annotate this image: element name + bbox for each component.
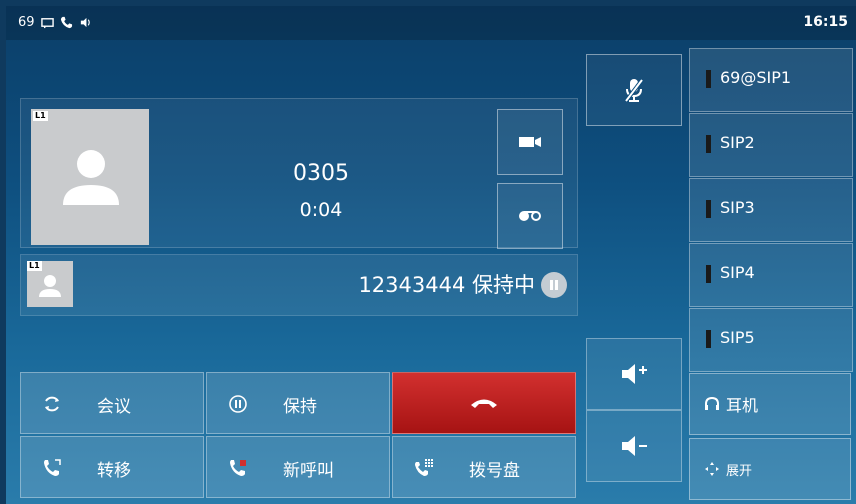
transfer-button[interactable]: 转移	[20, 436, 204, 498]
line-key-1[interactable]: 69@SIP1	[689, 48, 853, 112]
line-key-label: SIP3	[720, 198, 755, 217]
line-key-3[interactable]: SIP3	[689, 178, 853, 242]
tape-icon	[519, 211, 541, 221]
expand-icon	[705, 462, 719, 476]
line-key-2[interactable]: SIP2	[689, 113, 853, 177]
caller-avatar	[31, 109, 149, 245]
pause-circle-icon	[229, 395, 247, 413]
hold-label: 保持	[283, 397, 317, 417]
video-camera-icon	[519, 137, 541, 147]
headset-key[interactable]: 耳机	[689, 373, 851, 435]
call-number: 0305	[293, 161, 349, 186]
line-key-4[interactable]: SIP4	[689, 243, 853, 307]
transfer-label: 转移	[97, 461, 131, 481]
line-badge: L1	[33, 111, 48, 121]
conference-label: 会议	[97, 397, 131, 417]
held-call-panel[interactable]: L1 12343444 保持中	[20, 254, 578, 316]
contact-icon	[63, 150, 119, 205]
line-status-indicator	[706, 265, 711, 283]
status-bar: 69 16:15	[6, 6, 856, 40]
hang-up-icon	[471, 399, 497, 408]
video-button[interactable]	[497, 109, 563, 175]
line-key-label: SIP5	[720, 328, 755, 347]
line-status-indicator	[706, 330, 711, 348]
line-key-label: 69@SIP1	[720, 68, 792, 87]
status-left: 69	[18, 15, 92, 30]
mic-muted-icon	[624, 78, 644, 103]
held-call-text: 12343444 保持中	[358, 273, 535, 297]
voicemail-icon	[40, 18, 54, 29]
conference-icon	[45, 396, 59, 412]
voicemail-record-button[interactable]	[497, 183, 563, 249]
dialpad-label: 拨号盘	[469, 461, 520, 481]
phone-screen: 69 16:15 L1 0305 0:04 L1 12343444 保持中 69…	[6, 6, 856, 504]
account-number: 69	[18, 15, 35, 30]
conference-button[interactable]: 会议	[20, 372, 204, 434]
headset-icon	[705, 396, 719, 410]
phone-icon	[60, 16, 72, 29]
volume-down-icon	[622, 436, 647, 456]
line-key-label: SIP2	[720, 133, 755, 152]
dialpad-icon	[415, 459, 433, 476]
hold-button[interactable]: 保持	[206, 372, 390, 434]
new-call-button[interactable]: 新呼叫	[206, 436, 390, 498]
held-line-badge: L1	[27, 261, 42, 271]
headset-label: 耳机	[726, 396, 759, 415]
active-call-panel: L1 0305 0:04	[20, 98, 578, 249]
new-call-icon	[230, 460, 246, 476]
expand-key[interactable]: 展开	[689, 438, 851, 500]
line-key-label: SIP4	[720, 263, 755, 282]
volume-up-button[interactable]	[586, 338, 682, 410]
call-duration: 0:04	[299, 199, 343, 221]
transfer-icon	[44, 459, 61, 476]
speaker-icon	[80, 17, 90, 28]
volume-up-icon	[622, 364, 647, 384]
line-status-indicator	[706, 200, 711, 218]
line-key-5[interactable]: SIP5	[689, 308, 853, 372]
volume-down-button[interactable]	[586, 410, 682, 482]
line-status-indicator	[706, 70, 711, 88]
expand-label: 展开	[726, 463, 753, 479]
dialpad-button[interactable]: 拨号盘	[392, 436, 576, 498]
clock: 16:15	[803, 14, 848, 30]
mute-button[interactable]	[586, 54, 682, 126]
line-status-indicator	[706, 135, 711, 153]
pause-icon	[541, 272, 567, 298]
new-call-label: 新呼叫	[283, 461, 334, 481]
end-call-button[interactable]	[392, 372, 576, 434]
